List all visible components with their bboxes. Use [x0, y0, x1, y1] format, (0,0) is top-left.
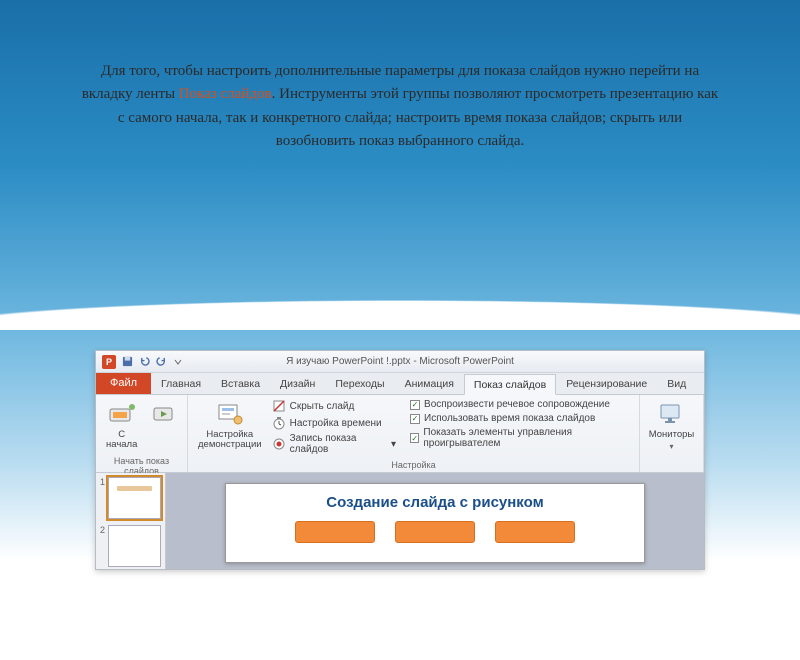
use-timings-checkbox[interactable]: ✓Использовать время показа слайдов [410, 412, 633, 425]
checkbox-icon: ✓ [410, 433, 419, 443]
record-slideshow-button[interactable]: Запись показа слайдов ▾ [272, 432, 396, 456]
group-setup-label: Настройка [194, 457, 633, 470]
clock-icon [272, 416, 286, 430]
slide-thumbnail[interactable] [108, 477, 161, 519]
setup-checkboxes: ✓Воспроизвести речевое сопровождение ✓Ис… [410, 398, 633, 450]
tab-home[interactable]: Главная [151, 373, 211, 394]
tab-animation[interactable]: Анимация [395, 373, 464, 394]
record-icon [272, 437, 286, 451]
thumbnail-pane: 1 2 [96, 473, 166, 569]
ribbon-group-setup: Настройкадемонстрации Скрыть слайд Настр… [188, 395, 640, 472]
thumb-number: 2 [100, 525, 105, 570]
tab-review[interactable]: Рецензирование [556, 373, 657, 394]
decorative-wave [0, 270, 800, 330]
window-title: Я изучаю PowerPoint !.pptx - Microsoft P… [96, 356, 704, 367]
ribbon: Сначала Начать показ слайдов Настройкаде… [96, 395, 704, 473]
ribbon-group-start: Сначала Начать показ слайдов [96, 395, 188, 472]
shape-pill [395, 521, 475, 543]
hide-slide-icon [272, 399, 286, 413]
explainer-highlight: Показ слайдов [179, 86, 272, 102]
slide-canvas: Создание слайда с рисунком [166, 473, 704, 569]
titlebar: P Я изучаю PowerPoint !.pptx - Microsoft… [96, 351, 704, 373]
from-beginning-button[interactable]: Сначала [102, 398, 141, 453]
monitors-button[interactable]: Мониторы ▾ [645, 398, 699, 453]
dropdown-arrow-icon: ▾ [391, 439, 396, 450]
ribbon-tabs: Файл Главная Вставка Дизайн Переходы Ани… [96, 373, 704, 395]
checkbox-icon: ✓ [410, 400, 420, 410]
ribbon-group-monitors: Мониторы ▾ [640, 395, 704, 472]
quick-access-toolbar [120, 355, 185, 369]
rehearse-timings-button[interactable]: Настройка времени [272, 415, 396, 431]
shape-pill [495, 521, 575, 543]
projector-play-icon [151, 400, 179, 428]
slide-title: Создание слайда с рисунком [326, 494, 543, 511]
qat-undo-icon[interactable] [137, 355, 151, 369]
tab-transitions[interactable]: Переходы [325, 373, 394, 394]
slide[interactable]: Создание слайда с рисунком [225, 483, 645, 563]
setup-icon [216, 400, 244, 428]
slide-shapes [295, 521, 575, 543]
tab-view[interactable]: Вид [657, 373, 696, 394]
thumb-number: 1 [100, 477, 105, 525]
app-icon: P [102, 355, 116, 369]
from-current-button[interactable] [147, 398, 183, 430]
explainer-text: Для того, чтобы настроить дополнительные… [80, 60, 720, 153]
tab-file[interactable]: Файл [96, 372, 151, 394]
hide-slide-button[interactable]: Скрыть слайд [272, 398, 396, 414]
tab-insert[interactable]: Вставка [211, 373, 270, 394]
tab-design[interactable]: Дизайн [270, 373, 325, 394]
setup-show-button[interactable]: Настройкадемонстрации [194, 398, 266, 453]
tab-slideshow[interactable]: Показ слайдов [464, 374, 556, 395]
projector-icon [108, 400, 136, 428]
qat-redo-icon[interactable] [154, 355, 168, 369]
qat-save-icon[interactable] [120, 355, 134, 369]
play-narrations-checkbox[interactable]: ✓Воспроизвести речевое сопровождение [410, 398, 633, 411]
slide-thumbnail[interactable] [108, 525, 161, 567]
shape-pill [295, 521, 375, 543]
powerpoint-window: P Я изучаю PowerPoint !.pptx - Microsoft… [95, 350, 705, 570]
show-media-controls-checkbox[interactable]: ✓Показать элементы управления проигрыват… [410, 426, 633, 450]
monitor-icon [658, 400, 686, 428]
qat-dropdown-icon[interactable] [171, 355, 185, 369]
setup-small-buttons: Скрыть слайд Настройка времени Запись по… [272, 398, 396, 456]
checkbox-icon: ✓ [410, 414, 420, 424]
dropdown-arrow-icon: ▾ [669, 442, 673, 451]
workspace: 1 2 Создание слайда с рисунком [96, 473, 704, 569]
